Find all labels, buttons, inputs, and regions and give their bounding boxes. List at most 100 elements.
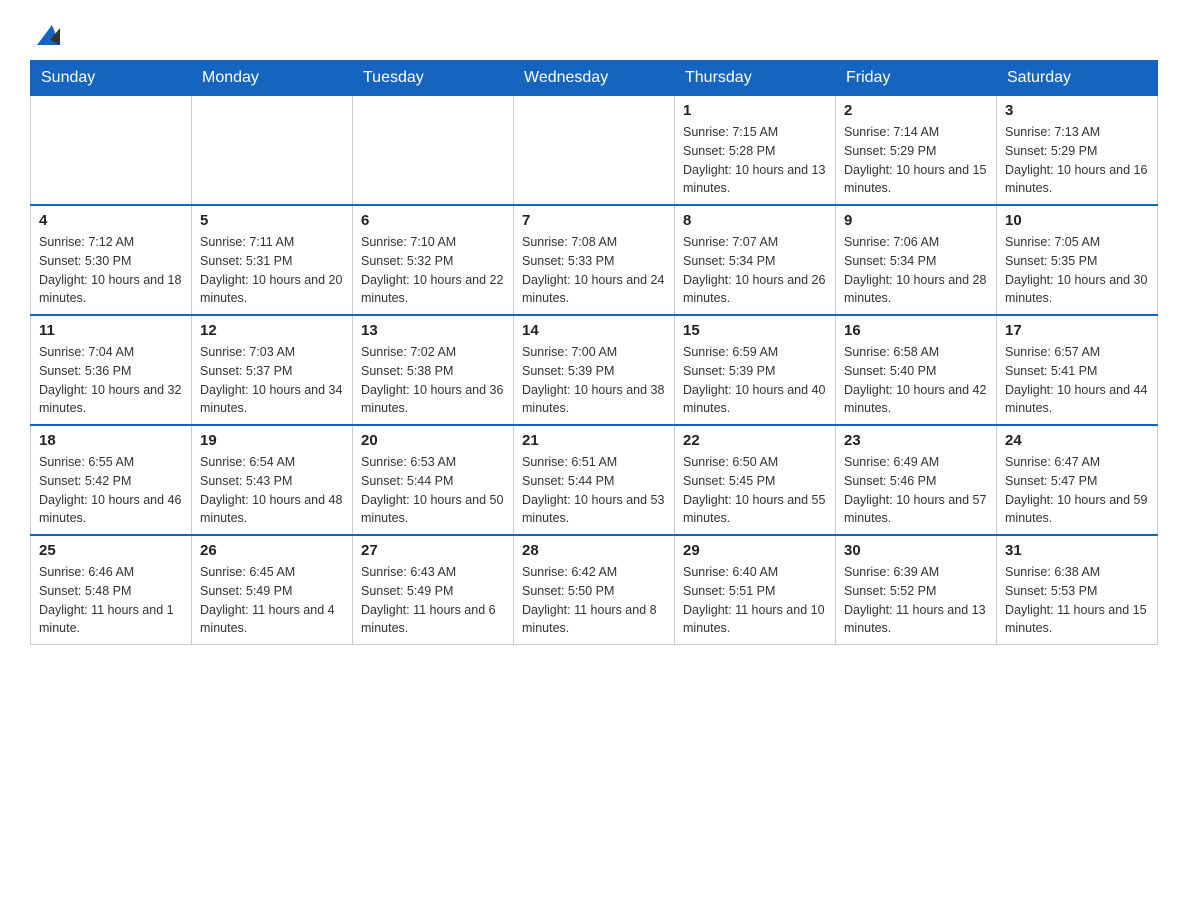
day-number: 22 — [683, 432, 827, 449]
calendar-cell — [353, 96, 514, 206]
header-tuesday: Tuesday — [353, 61, 514, 96]
calendar-cell: 1Sunrise: 7:15 AM Sunset: 5:28 PM Daylig… — [675, 96, 836, 206]
week-row-2: 4 Sunrise: 7:12 AM Sunset: 5:30 PM Daylig… — [31, 205, 1158, 315]
calendar-cell: 13 Sunrise: 7:02 AM Sunset: 5:38 PM Dayli… — [353, 315, 514, 425]
day-info: Sunrise: 7:00 AM Sunset: 5:39 PM Dayligh… — [522, 343, 666, 418]
calendar-table: SundayMondayTuesdayWednesdayThursdayFrid… — [30, 60, 1158, 645]
day-number: 23 — [844, 432, 988, 449]
calendar-cell: 16Sunrise: 6:58 AM Sunset: 5:40 PM Dayli… — [836, 315, 997, 425]
day-info: Sunrise: 6:42 AM Sunset: 5:50 PM Dayligh… — [522, 563, 666, 638]
day-info: Sunrise: 6:46 AM Sunset: 5:48 PM Dayligh… — [39, 563, 183, 638]
day-info: Sunrise: 6:54 AM Sunset: 5:43 PM Dayligh… — [200, 453, 344, 528]
day-number: 10 — [1005, 212, 1149, 229]
day-info: Sunrise: 7:05 AM Sunset: 5:35 PM Dayligh… — [1005, 233, 1149, 308]
day-info: Sunrise: 7:07 AM Sunset: 5:34 PM Dayligh… — [683, 233, 827, 308]
day-number: 30 — [844, 542, 988, 559]
calendar-cell: 25Sunrise: 6:46 AM Sunset: 5:48 PM Dayli… — [31, 535, 192, 645]
day-number: 8 — [683, 212, 827, 229]
day-info: Sunrise: 7:13 AM Sunset: 5:29 PM Dayligh… — [1005, 123, 1149, 198]
calendar-cell: 17 Sunrise: 6:57 AM Sunset: 5:41 PM Dayli… — [997, 315, 1158, 425]
day-number: 17 — [1005, 322, 1149, 339]
calendar-cell: 29 Sunrise: 6:40 AM Sunset: 5:51 PM Dayli… — [675, 535, 836, 645]
day-info: Sunrise: 7:02 AM Sunset: 5:38 PM Dayligh… — [361, 343, 505, 418]
calendar-cell: 21 Sunrise: 6:51 AM Sunset: 5:44 PM Dayli… — [514, 425, 675, 535]
calendar-cell: 14 Sunrise: 7:00 AM Sunset: 5:39 PM Dayli… — [514, 315, 675, 425]
day-number: 2 — [844, 102, 988, 119]
calendar-cell: 23 Sunrise: 6:49 AM Sunset: 5:46 PM Dayli… — [836, 425, 997, 535]
calendar-cell: 24 Sunrise: 6:47 AM Sunset: 5:47 PM Dayli… — [997, 425, 1158, 535]
day-number: 19 — [200, 432, 344, 449]
day-number: 16 — [844, 322, 988, 339]
page-header — [30, 20, 1158, 50]
day-number: 21 — [522, 432, 666, 449]
day-number: 27 — [361, 542, 505, 559]
day-number: 5 — [200, 212, 344, 229]
day-info: Sunrise: 6:49 AM Sunset: 5:46 PM Dayligh… — [844, 453, 988, 528]
day-number: 12 — [200, 322, 344, 339]
day-number: 6 — [361, 212, 505, 229]
day-info: Sunrise: 7:03 AM Sunset: 5:37 PM Dayligh… — [200, 343, 344, 418]
day-number: 14 — [522, 322, 666, 339]
day-info: Sunrise: 6:57 AM Sunset: 5:41 PM Dayligh… — [1005, 343, 1149, 418]
calendar-cell: 8 Sunrise: 7:07 AM Sunset: 5:34 PM Daylig… — [675, 205, 836, 315]
day-number: 28 — [522, 542, 666, 559]
calendar-cell: 18 Sunrise: 6:55 AM Sunset: 5:42 PM Dayli… — [31, 425, 192, 535]
day-number: 13 — [361, 322, 505, 339]
calendar-cell: 10 Sunrise: 7:05 AM Sunset: 5:35 PM Dayli… — [997, 205, 1158, 315]
header-monday: Monday — [192, 61, 353, 96]
day-number: 9 — [844, 212, 988, 229]
day-number: 4 — [39, 212, 183, 229]
day-info: Sunrise: 6:40 AM Sunset: 5:51 PM Dayligh… — [683, 563, 827, 638]
day-number: 26 — [200, 542, 344, 559]
week-row-3: 11 Sunrise: 7:04 AM Sunset: 5:36 PM Dayli… — [31, 315, 1158, 425]
day-info: Sunrise: 7:06 AM Sunset: 5:34 PM Dayligh… — [844, 233, 988, 308]
header-wednesday: Wednesday — [514, 61, 675, 96]
header-sunday: Sunday — [31, 61, 192, 96]
calendar-cell — [192, 96, 353, 206]
day-info: Sunrise: 6:55 AM Sunset: 5:42 PM Dayligh… — [39, 453, 183, 528]
day-info: Sunrise: 7:08 AM Sunset: 5:33 PM Dayligh… — [522, 233, 666, 308]
day-info: Sunrise: 7:04 AM Sunset: 5:36 PM Dayligh… — [39, 343, 183, 418]
calendar-cell: 31 Sunrise: 6:38 AM Sunset: 5:53 PM Dayli… — [997, 535, 1158, 645]
day-number: 29 — [683, 542, 827, 559]
calendar-cell: 27Sunrise: 6:43 AM Sunset: 5:49 PM Dayli… — [353, 535, 514, 645]
day-info: Sunrise: 7:12 AM Sunset: 5:30 PM Dayligh… — [39, 233, 183, 308]
day-number: 24 — [1005, 432, 1149, 449]
calendar-cell — [31, 96, 192, 206]
header-thursday: Thursday — [675, 61, 836, 96]
calendar-cell: 4 Sunrise: 7:12 AM Sunset: 5:30 PM Daylig… — [31, 205, 192, 315]
day-info: Sunrise: 6:51 AM Sunset: 5:44 PM Dayligh… — [522, 453, 666, 528]
calendar-cell: 30 Sunrise: 6:39 AM Sunset: 5:52 PM Dayli… — [836, 535, 997, 645]
calendar-cell: 3 Sunrise: 7:13 AM Sunset: 5:29 PM Daylig… — [997, 96, 1158, 206]
calendar-cell: 28 Sunrise: 6:42 AM Sunset: 5:50 PM Dayli… — [514, 535, 675, 645]
day-number: 31 — [1005, 542, 1149, 559]
day-number: 11 — [39, 322, 183, 339]
day-number: 3 — [1005, 102, 1149, 119]
header-friday: Friday — [836, 61, 997, 96]
calendar-cell: 5 Sunrise: 7:11 AM Sunset: 5:31 PM Daylig… — [192, 205, 353, 315]
day-number: 18 — [39, 432, 183, 449]
week-row-1: 1Sunrise: 7:15 AM Sunset: 5:28 PM Daylig… — [31, 96, 1158, 206]
calendar-cell: 26Sunrise: 6:45 AM Sunset: 5:49 PM Dayli… — [192, 535, 353, 645]
day-info: Sunrise: 6:50 AM Sunset: 5:45 PM Dayligh… — [683, 453, 827, 528]
day-number: 7 — [522, 212, 666, 229]
day-info: Sunrise: 6:38 AM Sunset: 5:53 PM Dayligh… — [1005, 563, 1149, 638]
week-row-5: 25Sunrise: 6:46 AM Sunset: 5:48 PM Dayli… — [31, 535, 1158, 645]
calendar-cell: 7 Sunrise: 7:08 AM Sunset: 5:33 PM Daylig… — [514, 205, 675, 315]
calendar-header-row: SundayMondayTuesdayWednesdayThursdayFrid… — [31, 61, 1158, 96]
day-info: Sunrise: 7:10 AM Sunset: 5:32 PM Dayligh… — [361, 233, 505, 308]
day-info: Sunrise: 7:11 AM Sunset: 5:31 PM Dayligh… — [200, 233, 344, 308]
calendar-cell: 19 Sunrise: 6:54 AM Sunset: 5:43 PM Dayli… — [192, 425, 353, 535]
day-number: 1 — [683, 102, 827, 119]
day-info: Sunrise: 6:39 AM Sunset: 5:52 PM Dayligh… — [844, 563, 988, 638]
day-info: Sunrise: 6:59 AM Sunset: 5:39 PM Dayligh… — [683, 343, 827, 418]
calendar-cell: 12 Sunrise: 7:03 AM Sunset: 5:37 PM Dayli… — [192, 315, 353, 425]
calendar-cell: 22 Sunrise: 6:50 AM Sunset: 5:45 PM Dayli… — [675, 425, 836, 535]
calendar-cell — [514, 96, 675, 206]
day-info: Sunrise: 6:47 AM Sunset: 5:47 PM Dayligh… — [1005, 453, 1149, 528]
header-saturday: Saturday — [997, 61, 1158, 96]
logo-icon — [32, 20, 62, 50]
calendar-cell: 11 Sunrise: 7:04 AM Sunset: 5:36 PM Dayli… — [31, 315, 192, 425]
day-info: Sunrise: 6:53 AM Sunset: 5:44 PM Dayligh… — [361, 453, 505, 528]
calendar-cell: 9 Sunrise: 7:06 AM Sunset: 5:34 PM Daylig… — [836, 205, 997, 315]
